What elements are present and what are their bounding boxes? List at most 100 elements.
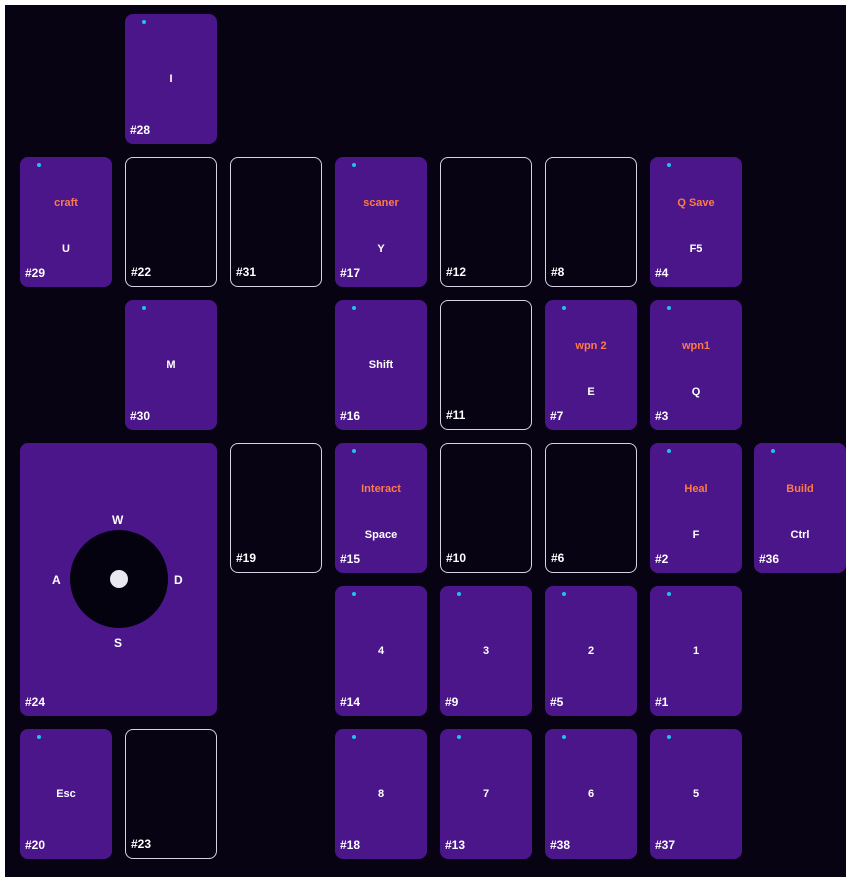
joystick-key-24[interactable]: W A D S #24 <box>20 443 217 716</box>
key-label: Space <box>364 529 398 541</box>
key-number: #38 <box>550 838 571 852</box>
indicator-dot <box>352 449 356 453</box>
key-14[interactable]: 4 #14 <box>335 586 427 716</box>
indicator-dot <box>37 735 41 739</box>
key-23[interactable]: #23 <box>125 729 217 859</box>
key-label: 1 <box>692 645 700 657</box>
key-6[interactable]: #6 <box>545 443 637 573</box>
key-16[interactable]: Shift #16 <box>335 300 427 430</box>
key-38[interactable]: 6 #38 <box>545 729 637 859</box>
key-label: Shift <box>368 359 394 371</box>
key-31[interactable]: #31 <box>230 157 322 287</box>
joystick-label-left: A <box>52 573 61 587</box>
key-number: #15 <box>340 552 361 566</box>
key-29[interactable]: craft U #29 <box>20 157 112 287</box>
indicator-dot <box>667 592 671 596</box>
key-action-label: Interact <box>361 483 401 495</box>
key-label: Esc <box>56 788 76 800</box>
key-37[interactable]: 5 #37 <box>650 729 742 859</box>
key-label: 2 <box>587 645 595 657</box>
key-number: #3 <box>655 409 669 423</box>
key-36[interactable]: Build Ctrl #36 <box>754 443 846 573</box>
key-number: #6 <box>551 551 565 565</box>
key-number: #13 <box>445 838 466 852</box>
key-label: I <box>169 73 173 85</box>
key-3[interactable]: wpn1 Q #3 <box>650 300 742 430</box>
key-number: #22 <box>131 265 152 279</box>
key-label: 3 <box>482 645 490 657</box>
indicator-dot <box>352 735 356 739</box>
key-layout-board: W A D S #24 I #28 craft U #29 #22 #31 scaner Y #1… <box>5 5 846 877</box>
key-number: #17 <box>340 266 361 280</box>
indicator-dot <box>667 449 671 453</box>
key-number: #5 <box>550 695 564 709</box>
key-number: #18 <box>340 838 361 852</box>
key-number: #14 <box>340 695 361 709</box>
indicator-dot <box>352 306 356 310</box>
key-number: #31 <box>236 265 257 279</box>
indicator-dot <box>457 592 461 596</box>
key-4[interactable]: Q Save F5 #4 <box>650 157 742 287</box>
key-18[interactable]: 8 #18 <box>335 729 427 859</box>
indicator-dot <box>457 735 461 739</box>
key-label: Ctrl <box>790 529 810 541</box>
key-30[interactable]: M #30 <box>125 300 217 430</box>
key-label: 4 <box>377 645 385 657</box>
key-1[interactable]: 1 #1 <box>650 586 742 716</box>
key-label: U <box>62 243 70 255</box>
indicator-dot <box>667 163 671 167</box>
key-label: E <box>587 386 595 398</box>
indicator-dot <box>352 163 356 167</box>
key-7[interactable]: wpn 2 E #7 <box>545 300 637 430</box>
key-number: #30 <box>130 409 151 423</box>
key-label: 7 <box>482 788 490 800</box>
key-label: Y <box>377 243 385 255</box>
joystick-label-right: D <box>174 573 183 587</box>
key-number: #24 <box>25 695 46 709</box>
key-28[interactable]: I #28 <box>125 14 217 144</box>
indicator-dot <box>667 306 671 310</box>
key-2[interactable]: Heal F #2 <box>650 443 742 573</box>
key-number: #7 <box>550 409 564 423</box>
key-9[interactable]: 3 #9 <box>440 586 532 716</box>
key-17[interactable]: scaner Y #17 <box>335 157 427 287</box>
key-15[interactable]: Interact Space #15 <box>335 443 427 573</box>
indicator-dot <box>142 306 146 310</box>
key-13[interactable]: 7 #13 <box>440 729 532 859</box>
key-number: #19 <box>236 551 257 565</box>
key-number: #20 <box>25 838 46 852</box>
key-8[interactable]: #8 <box>545 157 637 287</box>
key-20[interactable]: Esc #20 <box>20 729 112 859</box>
key-action-label: Q Save <box>677 197 715 209</box>
key-11[interactable]: #11 <box>440 300 532 430</box>
key-action-label: craft <box>54 197 78 209</box>
key-number: #12 <box>446 265 467 279</box>
key-number: #37 <box>655 838 676 852</box>
key-12[interactable]: #12 <box>440 157 532 287</box>
indicator-dot <box>667 735 671 739</box>
key-22[interactable]: #22 <box>125 157 217 287</box>
key-action-label: wpn 2 <box>575 340 607 352</box>
indicator-dot <box>562 735 566 739</box>
indicator-dot <box>37 163 41 167</box>
key-5[interactable]: 2 #5 <box>545 586 637 716</box>
joystick-thumb[interactable] <box>110 570 128 588</box>
key-number: #9 <box>445 695 459 709</box>
key-19[interactable]: #19 <box>230 443 322 573</box>
key-number: #11 <box>446 408 466 422</box>
key-number: #2 <box>655 552 669 566</box>
key-label: 5 <box>692 788 700 800</box>
key-label: F <box>692 529 700 541</box>
indicator-dot <box>771 449 775 453</box>
key-number: #8 <box>551 265 565 279</box>
key-label: M <box>166 359 176 371</box>
key-label: Q <box>691 386 701 398</box>
key-number: #16 <box>340 409 361 423</box>
key-action-label: wpn1 <box>681 340 711 352</box>
indicator-dot <box>562 306 566 310</box>
key-10[interactable]: #10 <box>440 443 532 573</box>
key-action-label: scaner <box>363 197 399 209</box>
key-number: #29 <box>25 266 46 280</box>
joystick-pad[interactable] <box>70 530 168 628</box>
key-number: #28 <box>130 123 151 137</box>
